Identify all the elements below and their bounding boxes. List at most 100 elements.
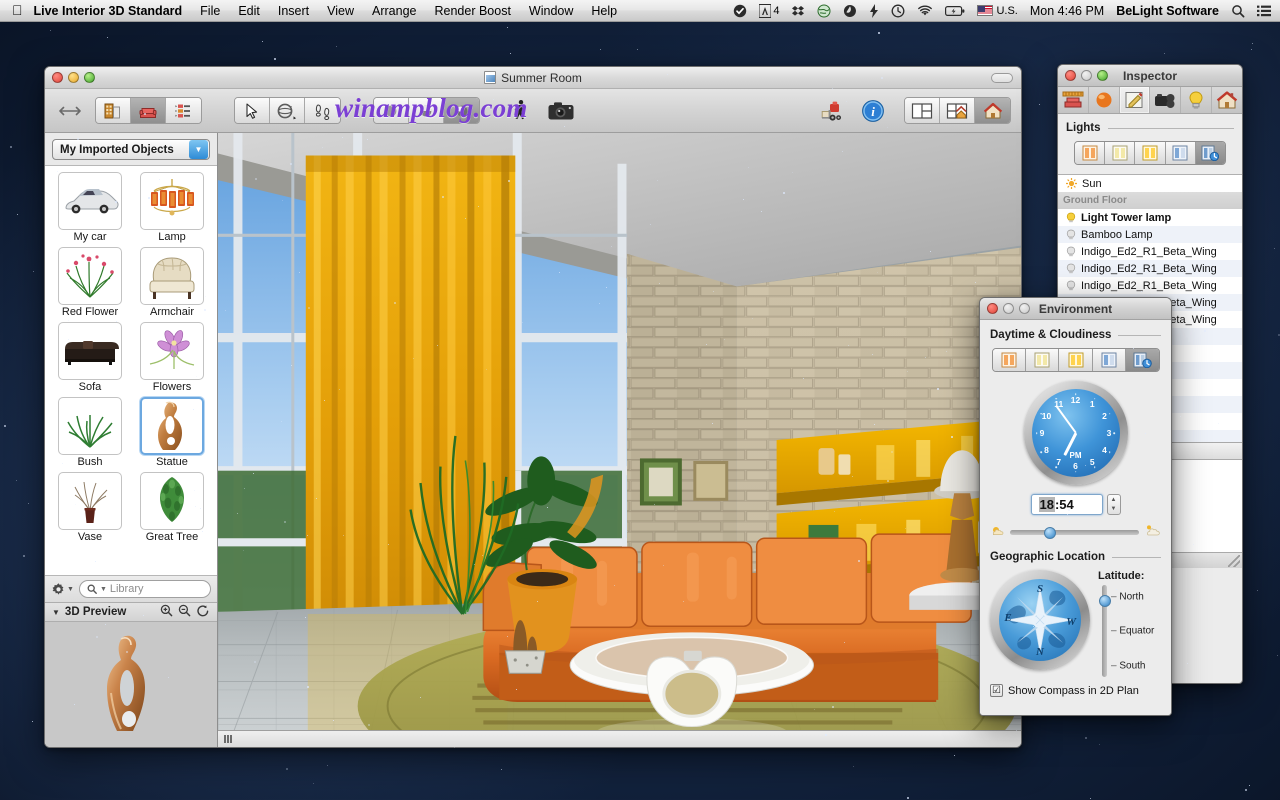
light-mode-warm-icon[interactable]	[1075, 142, 1106, 164]
environment-close-button[interactable]	[987, 303, 998, 314]
walking-person-icon[interactable]	[506, 96, 536, 126]
resize-corner-icon[interactable]	[1228, 555, 1240, 567]
chevron-down-icon[interactable]: ▼	[189, 140, 208, 159]
environment-zoom-button[interactable]	[1019, 303, 1030, 314]
menu-help[interactable]: Help	[582, 0, 626, 22]
compass-rose-icon[interactable]: S W N E	[990, 570, 1090, 670]
notification-center-icon[interactable]	[1251, 0, 1280, 22]
gear-icon[interactable]: ▼	[51, 582, 74, 597]
triangle-down-icon[interactable]: ▼	[52, 608, 60, 617]
clock-history-icon[interactable]	[885, 0, 911, 22]
library-item-vase[interactable]: Vase	[51, 472, 129, 545]
resize-grip-icon[interactable]	[224, 735, 232, 743]
daytime-clock[interactable]: 12 1 2 3 4 5 6 7 8 9 10 11 PM	[1023, 381, 1128, 485]
library-item-my-car[interactable]: My car	[51, 172, 129, 245]
layout-house-icon[interactable]	[975, 98, 1010, 123]
daytime-morning-icon[interactable]	[992, 349, 1026, 371]
adobe-creative-cloud-icon[interactable]: 4	[753, 0, 785, 22]
input-source-indicator[interactable]: U.S.	[971, 0, 1023, 22]
lights-list-item-indigo-2[interactable]: Indigo_Ed2_R1_Beta_Wing	[1058, 260, 1242, 277]
latitude-track[interactable]	[1098, 585, 1111, 677]
cloudiness-slider-knob[interactable]	[1043, 526, 1056, 539]
stepper-up-down-icon[interactable]: ▲ ▼	[1106, 494, 1121, 515]
building-inspector-tab[interactable]	[1212, 87, 1242, 113]
inspector-close-button[interactable]	[1065, 70, 1076, 81]
preview-area[interactable]	[45, 622, 217, 747]
menu-insert[interactable]: Insert	[269, 0, 318, 22]
checkmark-circle-icon[interactable]	[727, 0, 753, 22]
material-inspector-tab[interactable]	[1089, 87, 1120, 113]
stepper-down-arrow[interactable]: ▼	[1111, 506, 1117, 512]
menu-file[interactable]: File	[191, 0, 229, 22]
arrow-select-icon[interactable]	[235, 98, 270, 123]
environment-titlebar[interactable]: Environment	[980, 298, 1171, 320]
toolbar-toggle-button[interactable]	[991, 73, 1013, 83]
evernote-icon[interactable]	[837, 0, 863, 22]
building-2d-icon[interactable]	[96, 98, 131, 123]
latitude-slider[interactable]: North Equator South	[1098, 585, 1161, 677]
globe-sync-icon[interactable]	[811, 0, 837, 22]
zoom-out-icon[interactable]	[178, 604, 191, 620]
document-proxy-icon[interactable]	[484, 71, 497, 84]
main-window-titlebar[interactable]: Summer Room	[45, 67, 1021, 89]
dropbox-icon[interactable]	[785, 0, 811, 22]
search-icon[interactable]	[1225, 0, 1251, 22]
flash-icon[interactable]	[863, 0, 885, 22]
menu-edit[interactable]: Edit	[229, 0, 269, 22]
inspector-minimize-button[interactable]	[1081, 70, 1092, 81]
lights-list-item-indigo-3[interactable]: Indigo_Ed2_R1_Beta_Wing	[1058, 277, 1242, 294]
library-item-red-flower[interactable]: Red Flower	[51, 247, 129, 320]
light-mode-auto-clock-icon[interactable]	[1195, 142, 1225, 164]
light-mode-neutral-icon[interactable]	[1105, 142, 1136, 164]
inspector-zoom-button[interactable]	[1097, 70, 1108, 81]
battery-icon[interactable]	[939, 0, 971, 22]
show-compass-checkbox-row[interactable]: ☑ Show Compass in 2D Plan	[990, 684, 1161, 697]
arrows-horizontal-icon[interactable]	[55, 96, 85, 126]
object-inspector-tab[interactable]	[1058, 87, 1089, 113]
lights-list-item-indigo-1[interactable]: Indigo_Ed2_R1_Beta_Wing	[1058, 243, 1242, 260]
menu-view[interactable]: View	[318, 0, 363, 22]
menubar-user[interactable]: BeLight Software	[1110, 0, 1225, 22]
daytime-night-icon[interactable]	[1092, 349, 1127, 371]
light-inspector-tab[interactable]	[1181, 87, 1213, 113]
library-item-lamp[interactable]: Lamp	[133, 172, 211, 245]
rotate-icon[interactable]	[196, 604, 210, 620]
light-mode-cool-icon[interactable]	[1165, 142, 1196, 164]
inspector-titlebar[interactable]: Inspector	[1058, 65, 1242, 87]
layout-split-icon[interactable]	[905, 98, 940, 123]
latitude-knob[interactable]	[1098, 594, 1111, 607]
sphere-glossy-icon[interactable]	[444, 98, 479, 123]
library-category-popup[interactable]: My Imported Objects ▼	[52, 139, 210, 160]
walk-footsteps-icon[interactable]	[305, 98, 340, 123]
menu-window[interactable]: Window	[520, 0, 582, 22]
search-input[interactable]: ▼ Library	[78, 580, 211, 598]
environment-minimize-button[interactable]	[1003, 303, 1014, 314]
lights-list-item-sun[interactable]: Sun	[1058, 175, 1242, 192]
lights-list-item-bamboo-lamp[interactable]: Bamboo Lamp	[1058, 226, 1242, 243]
info-circle-icon[interactable]: i	[858, 96, 888, 126]
stepper-up-arrow[interactable]: ▲	[1111, 497, 1117, 503]
sphere-shaded-icon[interactable]	[409, 98, 444, 123]
menu-app-title[interactable]: Live Interior 3D Standard	[34, 0, 192, 22]
layout-plan-house-icon[interactable]	[940, 98, 975, 123]
library-item-bush[interactable]: Bush	[51, 397, 129, 470]
daytime-noon-icon[interactable]	[1025, 349, 1060, 371]
time-input[interactable]: 18:54	[1030, 494, 1103, 515]
lights-list-item-light-tower-lamp[interactable]: Light Tower lamp	[1058, 209, 1242, 226]
zoom-in-icon[interactable]	[160, 604, 173, 620]
library-item-statue[interactable]: Statue	[133, 397, 211, 470]
light-mode-bright-icon[interactable]	[1135, 142, 1166, 164]
edit-inspector-tab[interactable]	[1119, 87, 1151, 113]
orbit-rotate-icon[interactable]	[270, 98, 305, 123]
show-compass-checkbox[interactable]: ☑	[990, 684, 1003, 697]
daytime-afternoon-icon[interactable]	[1059, 349, 1093, 371]
daytime-auto-clock-icon[interactable]	[1126, 349, 1159, 371]
library-item-armchair[interactable]: Armchair	[133, 247, 211, 320]
menu-render-boost[interactable]: Render Boost	[425, 0, 519, 22]
camera-icon[interactable]	[546, 96, 576, 126]
camera-inspector-tab[interactable]	[1150, 87, 1182, 113]
wifi-icon[interactable]	[911, 0, 939, 22]
cloudiness-slider-track[interactable]	[1010, 526, 1139, 539]
library-item-sofa[interactable]: Sofa	[51, 322, 129, 395]
3d-viewport[interactable]	[218, 133, 1021, 747]
